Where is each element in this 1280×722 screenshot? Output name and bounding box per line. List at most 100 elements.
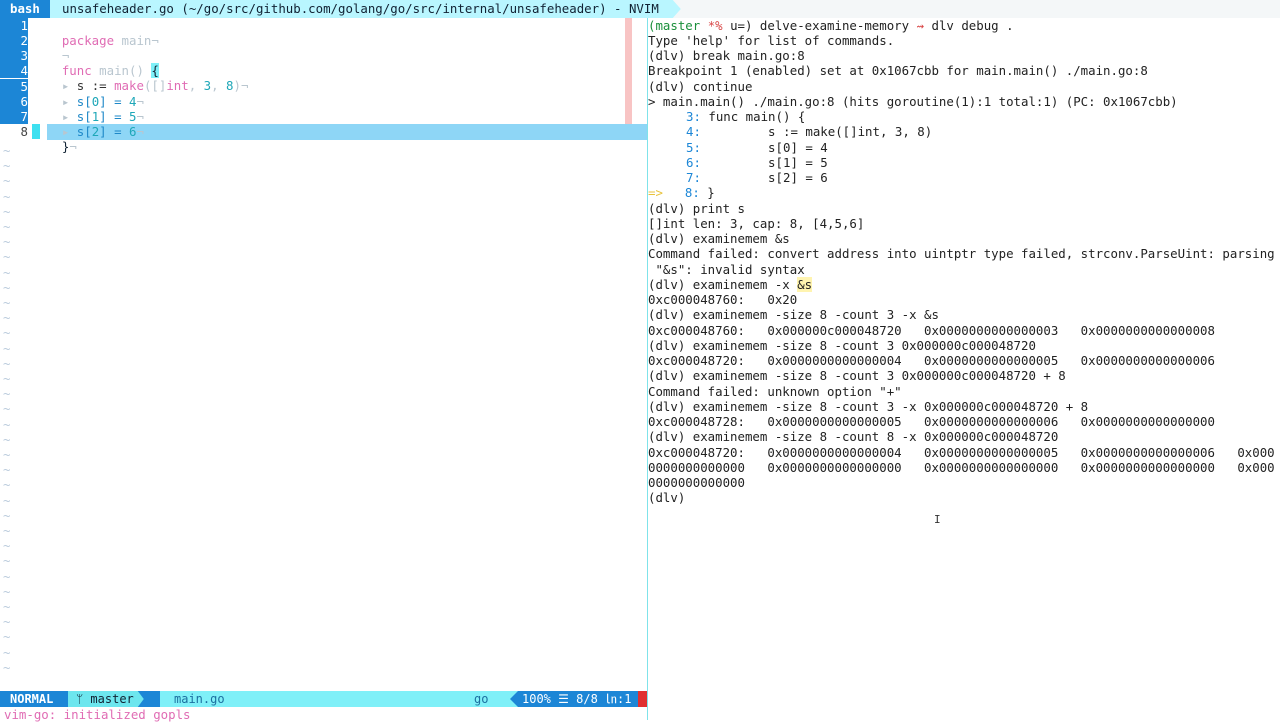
terminal-line: Command failed: unknown option "+" <box>648 384 902 399</box>
terminal-line: 0xc000048760: 0x000000c000048720 0x00000… <box>648 323 1215 338</box>
empty-line-tilde: ~ <box>3 431 11 447</box>
empty-line-tilde: ~ <box>3 295 11 310</box>
empty-line-tilde: ~ <box>3 614 11 630</box>
empty-line-tilde: ~ <box>3 401 11 417</box>
empty-line-tilde: ~ <box>3 234 11 250</box>
terminal-line: (dlv) examinemem -size 8 -count 3 0x0000… <box>648 338 1036 353</box>
filetype: go <box>474 692 489 706</box>
window-title: unsafeheader.go (~/go/src/github.com/gol… <box>50 0 681 18</box>
code-line[interactable]: ▸ s[2] = 6¬ <box>32 109 144 139</box>
terminal-line: (master *% u=) delve-examine-memory ⇝ dl… <box>648 18 1014 33</box>
empty-line-tilde: ~ <box>3 492 11 508</box>
percent: 100% <box>522 692 551 706</box>
terminal-pane[interactable]: (master *% u=) delve-examine-memory ⇝ dl… <box>648 18 1280 720</box>
window-titlebar: bash unsafeheader.go (~/go/src/github.co… <box>0 0 1280 18</box>
line-number: 4 <box>0 63 28 78</box>
empty-line-tilde: ~ <box>3 462 11 478</box>
empty-line-tilde: ~ <box>3 173 11 189</box>
code-line[interactable]: ▸ s := make([]int, 3, 8)¬ <box>32 63 249 93</box>
line-number: 3 <box>0 48 28 63</box>
empty-line-tilde: ~ <box>3 219 11 234</box>
empty-line-tilde: ~ <box>3 599 11 614</box>
terminal-line: (dlv) examinemem -size 8 -count 3 -x &s <box>648 307 939 322</box>
terminal-line: (dlv) examinemem -size 8 -count 3 0x0000… <box>648 368 1066 383</box>
terminal-line: (dlv) examinemem -x &s <box>648 277 813 292</box>
terminal-line: 0xc000048720: 0x0000000000000004 0x00000… <box>648 445 1275 460</box>
current-line-arrow: => <box>648 185 663 200</box>
terminal-line: 0000000000000 <box>648 475 745 490</box>
empty-line-tilde: ~ <box>3 553 11 569</box>
editor-pane[interactable]: 1 2 3 4 5 6 7 8 package main¬ ¬ func mai… <box>0 18 652 722</box>
terminal-line: 0xc000048720: 0x0000000000000004 0x00000… <box>648 353 1215 368</box>
empty-line-tilde: ~ <box>3 629 11 645</box>
empty-line-tilde: ~ <box>3 279 11 295</box>
line-position: ☰ 8/8 <box>558 692 598 706</box>
line-number: 6 <box>0 94 28 109</box>
terminal-line: 0000000000000 0x0000000000000000 0x00000… <box>648 460 1275 475</box>
empty-line-tilde: ~ <box>3 477 11 493</box>
line-number: 7 <box>0 109 28 124</box>
empty-line-tilde: ~ <box>3 203 11 219</box>
empty-line-tilde: ~ <box>3 340 11 356</box>
terminal-line: Command failed: convert address into uin… <box>648 246 1275 261</box>
empty-line-tilde: ~ <box>3 507 11 523</box>
empty-line-tilde: ~ <box>3 568 11 584</box>
empty-line-tilde: ~ <box>3 325 11 341</box>
empty-line-tilde: ~ <box>3 188 11 204</box>
terminal-line: 0xc000048728: 0x0000000000000005 0x00000… <box>648 414 1215 429</box>
empty-line-tilde: ~ <box>3 523 11 538</box>
color-column <box>625 18 632 140</box>
source-listing-line: 7: s[2] = 6 <box>686 170 828 185</box>
empty-line-tilde: ~ <box>3 158 11 174</box>
terminal-line: []int len: 3, cap: 8, [4,5,6] <box>648 216 865 231</box>
terminal-line: (dlv) examinemem &s <box>648 231 790 246</box>
position-segment: 100% ☰ 8/8 ㏑:1 <box>510 691 652 707</box>
line-number: 2 <box>0 33 28 48</box>
empty-line-tilde: ~ <box>3 659 11 675</box>
empty-line-tilde: ~ <box>3 538 11 554</box>
terminal-line: 0xc000048760: 0x20 <box>648 292 798 307</box>
terminal-line: Type 'help' for list of commands. <box>648 33 895 48</box>
code-line[interactable]: }¬ <box>32 124 77 154</box>
empty-line-tilde: ~ <box>3 447 11 462</box>
filename-segment: main.go go 100% ☰ 8/8 ㏑:1 <box>160 691 652 707</box>
code-line[interactable]: ¬ <box>32 33 69 63</box>
terminal-line: "&s": invalid syntax <box>648 262 805 277</box>
source-listing-line: 3: func main() { <box>686 109 806 124</box>
filename: main.go <box>174 692 225 706</box>
column-position: ㏑:1 <box>605 692 632 706</box>
ibeam-cursor-icon: I <box>934 513 941 526</box>
empty-line-tilde: ~ <box>3 310 11 326</box>
line-number: 1 <box>0 18 28 33</box>
empty-line-tilde: ~ <box>3 249 11 265</box>
warning-indicator <box>638 691 647 707</box>
terminal-line: Breakpoint 1 (enabled) set at 0x1067cbb … <box>648 63 1148 78</box>
code-line[interactable]: func main() { <box>32 48 159 78</box>
source-listing-line: 5: s[0] = 4 <box>686 140 828 155</box>
terminal-line: (dlv) examinemem -size 8 -count 8 -x 0x0… <box>648 429 1059 444</box>
source-listing-line: 4: s := make([]int, 3, 8) <box>686 124 933 139</box>
terminal-line: (dlv) continue <box>648 79 753 94</box>
terminal-line: (dlv) break main.go:8 <box>648 48 805 63</box>
terminal-line: (dlv) examinemem -size 8 -count 3 -x 0x0… <box>648 399 1089 414</box>
source-listing-line: 6: s[1] = 5 <box>686 155 828 170</box>
code-line[interactable]: ▸ s[1] = 5¬ <box>32 94 144 124</box>
line-number: 5 <box>0 79 28 94</box>
empty-line-tilde: ~ <box>3 386 11 402</box>
empty-line-tilde: ~ <box>3 371 11 386</box>
git-branch: ᛘ master <box>68 691 144 707</box>
empty-line-tilde: ~ <box>3 355 11 371</box>
terminal-line: (dlv) print s <box>648 201 745 216</box>
empty-line-tilde: ~ <box>3 264 11 280</box>
code-line[interactable]: ▸ s[0] = 4¬ <box>32 79 144 109</box>
statusline: NORMAL ᛘ master main.go go 100% ☰ 8/8 ㏑:… <box>0 691 652 707</box>
source-listing-line: => 8: } <box>648 185 715 200</box>
code-line[interactable]: package main¬ <box>32 18 159 48</box>
empty-line-tilde: ~ <box>3 644 11 660</box>
terminal-prompt[interactable]: (dlv) <box>648 490 685 505</box>
mode-indicator: NORMAL <box>0 691 64 707</box>
empty-line-tilde: ~ <box>3 143 11 158</box>
line-number: 8 <box>20 124 28 139</box>
empty-line-tilde: ~ <box>3 416 11 432</box>
terminal-line: > main.main() ./main.go:8 (hits goroutin… <box>648 94 1178 109</box>
